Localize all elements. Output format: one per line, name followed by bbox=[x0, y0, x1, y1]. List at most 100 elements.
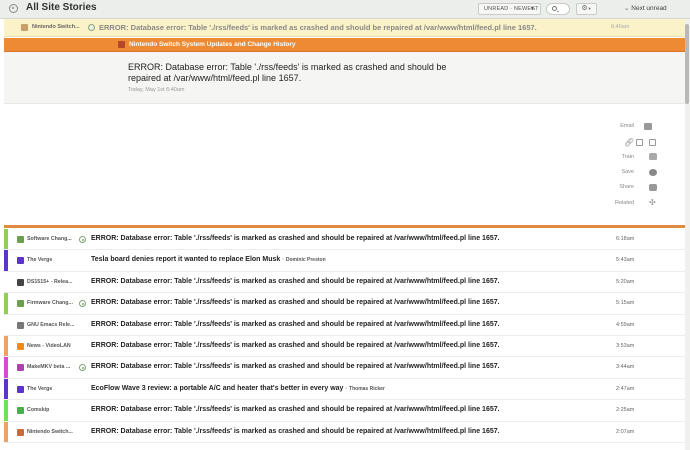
story-feed-name: The Verge bbox=[27, 257, 53, 264]
copy-icon[interactable] bbox=[636, 139, 643, 146]
story-feed-name: Firmware Chang... bbox=[27, 300, 73, 307]
story-detail-date: Today, May 1st 6:40am bbox=[128, 87, 185, 93]
story-time: 2:25am bbox=[616, 407, 635, 414]
story-divider bbox=[4, 225, 685, 228]
story-title-text: ERROR: Database error: Table './rss/feed… bbox=[91, 406, 500, 414]
feed-icon bbox=[17, 385, 24, 393]
story-title: Tesla board denies report it wanted to r… bbox=[91, 256, 326, 263]
story-title-text: ERROR: Database error: Table './rss/feed… bbox=[91, 320, 500, 328]
share-icon[interactable] bbox=[649, 184, 657, 191]
story-row[interactable]: Nintendo Switch... ERROR: Database error:… bbox=[4, 421, 685, 443]
story-feed-name: The Verge bbox=[27, 385, 53, 392]
share-label[interactable]: Share bbox=[619, 184, 634, 190]
email-icon[interactable] bbox=[644, 123, 652, 130]
print-icon[interactable] bbox=[649, 139, 656, 146]
story-feed-name: MakeMKV beta ... bbox=[27, 364, 71, 371]
order-dropdown[interactable]: UNREAD · NEWEST ▼ bbox=[478, 3, 541, 15]
story-author: Dominic Preston bbox=[285, 257, 326, 264]
feed-icon bbox=[17, 300, 24, 308]
story-time: 3:44am bbox=[616, 364, 635, 371]
story-row[interactable]: The Verge EcoFlow Wave 3 review: a portab… bbox=[4, 378, 685, 401]
next-unread-button[interactable]: ⌄ Next unread bbox=[624, 4, 667, 12]
feed-color-stripe bbox=[4, 421, 8, 442]
story-author-separator: · bbox=[345, 385, 348, 392]
story-row[interactable]: News - VideoLAN ERROR: Database error: Ta… bbox=[4, 335, 685, 358]
story-title: ERROR: Database error: Table './rss/feed… bbox=[91, 321, 500, 328]
feed-color-stripe bbox=[4, 335, 8, 357]
story-row[interactable]: GNU Emacs Rele... ERROR: Database error: … bbox=[4, 314, 685, 336]
story-author: Thomas Ricker bbox=[349, 385, 385, 392]
feed-color-stripe bbox=[4, 400, 8, 421]
next-unread-label: Next unread bbox=[631, 5, 667, 12]
story-time: 2:07am bbox=[616, 428, 635, 435]
train-label[interactable]: Train bbox=[622, 154, 634, 160]
feed-icon bbox=[17, 257, 24, 265]
story-row[interactable]: The Verge Tesla board denies report it wa… bbox=[4, 250, 685, 272]
story-time: 4:59am bbox=[616, 321, 635, 328]
story-feed-name: Nintendo Switch... bbox=[27, 428, 73, 435]
story-title: ERROR: Database error: Table './rss/feed… bbox=[91, 342, 500, 349]
feed-header-bar[interactable]: Nintendo Switch System Updates and Chang… bbox=[4, 38, 685, 52]
feed-color-stripe bbox=[4, 378, 8, 400]
story-titles-header: All Site Stories UNREAD · NEWEST ▼ ⚙▼ ⌄ … bbox=[0, 0, 690, 19]
search-icon bbox=[552, 6, 557, 11]
feed-color-stripe bbox=[4, 229, 8, 250]
story-list: Software Chang... ERROR: Database error: … bbox=[4, 229, 685, 443]
story-row[interactable]: DS1515+ - Relea... ERROR: Database error:… bbox=[4, 271, 685, 294]
story-title-text: ERROR: Database error: Table './rss/feed… bbox=[91, 341, 500, 349]
story-title: EcoFlow Wave 3 review: a portable A/C an… bbox=[91, 385, 385, 392]
story-title: ERROR: Database error: Table './rss/feed… bbox=[91, 428, 500, 435]
feed-icon bbox=[17, 342, 24, 350]
feed-icon bbox=[17, 407, 24, 415]
chevron-down-icon: ⌄ bbox=[624, 5, 630, 12]
feed-color-stripe bbox=[4, 271, 8, 293]
save-icon[interactable] bbox=[649, 169, 657, 176]
page-title: All Site Stories bbox=[26, 2, 97, 13]
settings-button[interactable]: ⚙▼ bbox=[576, 3, 597, 15]
story-time: 5:43am bbox=[616, 257, 635, 264]
story-title-text: ERROR: Database error: Table './rss/feed… bbox=[91, 427, 500, 435]
scrollbar-thumb[interactable] bbox=[685, 24, 689, 104]
story-read-indicator[interactable] bbox=[79, 236, 86, 243]
story-row[interactable]: Firmware Chang... ERROR: Database error: … bbox=[4, 293, 685, 315]
caret-down-icon: ▼ bbox=[587, 6, 592, 11]
feed-color-stripe bbox=[4, 357, 8, 378]
story-title-text: ERROR: Database error: Table './rss/feed… bbox=[91, 363, 500, 371]
story-title-text: EcoFlow Wave 3 review: a portable A/C an… bbox=[91, 384, 344, 392]
email-label[interactable]: Email bbox=[620, 123, 634, 129]
thumbs-up-icon[interactable] bbox=[649, 153, 657, 160]
story-time: 3:53am bbox=[616, 342, 635, 349]
story-title: ERROR: Database error: Table './rss/feed… bbox=[91, 299, 500, 306]
story-title-text: ERROR: Database error: Table './rss/feed… bbox=[91, 277, 500, 285]
story-title: ERROR: Database error: Table './rss/feed… bbox=[91, 406, 500, 413]
feed-icon bbox=[17, 364, 24, 372]
feed-color-stripe bbox=[4, 314, 8, 335]
story-read-indicator[interactable] bbox=[79, 300, 86, 308]
story-time: 5:20am bbox=[616, 278, 635, 285]
link-icon[interactable]: 🔗︎ bbox=[624, 139, 634, 147]
story-title: ERROR: Database error: Table './rss/feed… bbox=[91, 278, 500, 285]
rss-icon bbox=[9, 4, 18, 13]
story-detail-header: ERROR: Database error: Table './rss/feed… bbox=[4, 52, 685, 104]
selected-story-row[interactable]: Nintendo Switch... ERROR: Database error… bbox=[4, 19, 685, 37]
story-row[interactable]: Software Chang... ERROR: Database error: … bbox=[4, 229, 685, 251]
feed-icon bbox=[17, 236, 24, 243]
story-row[interactable]: Comskip ERROR: Database error: Table './r… bbox=[4, 400, 685, 422]
feed-icon bbox=[17, 321, 24, 329]
search-button[interactable] bbox=[546, 3, 570, 15]
save-label[interactable]: Save bbox=[621, 169, 634, 175]
feed-title: Nintendo Switch System Updates and Chang… bbox=[129, 41, 296, 48]
story-feed-name: News - VideoLAN bbox=[27, 342, 71, 349]
story-read-indicator[interactable] bbox=[88, 24, 95, 31]
related-label[interactable]: Related bbox=[615, 200, 634, 206]
story-feed-name: DS1515+ - Relea... bbox=[27, 278, 73, 285]
story-time: 6:18am bbox=[616, 236, 635, 242]
feed-color-stripe bbox=[4, 293, 8, 314]
story-row[interactable]: MakeMKV beta ... ERROR: Database error: T… bbox=[4, 357, 685, 379]
related-icon[interactable]: ✣ bbox=[649, 199, 656, 207]
story-time: 6:40am bbox=[611, 24, 630, 30]
feed-icon bbox=[17, 428, 24, 436]
story-time: 2:47am bbox=[616, 385, 635, 392]
story-read-indicator[interactable] bbox=[79, 364, 86, 372]
story-detail-title[interactable]: ERROR: Database error: Table './rss/feed… bbox=[128, 62, 458, 84]
